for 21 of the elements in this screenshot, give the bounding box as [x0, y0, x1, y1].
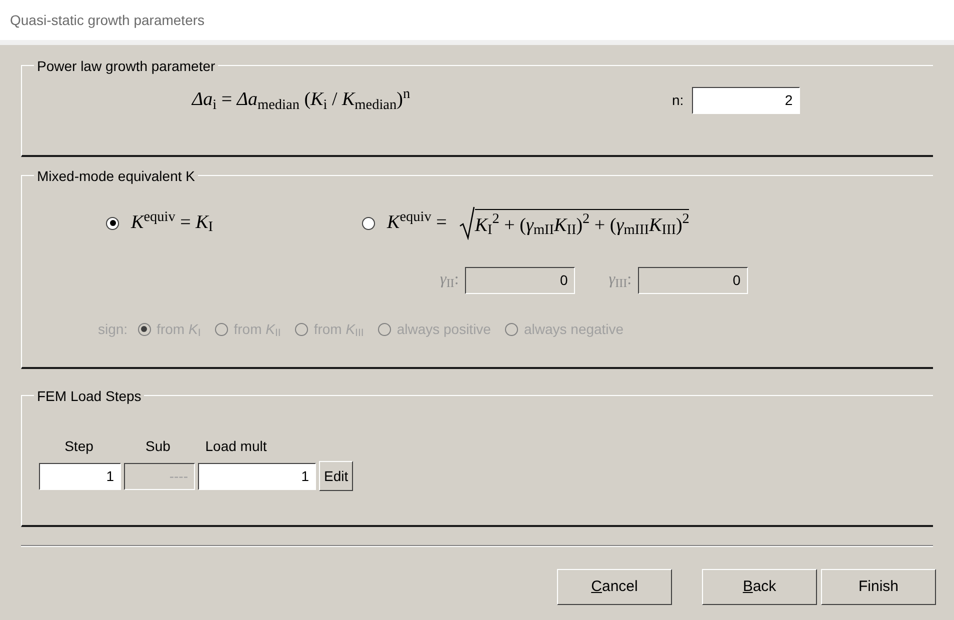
formula: K$^{equiv}$ = K$_{I}$ — [131, 208, 214, 238]
column-header: Sub — [144, 437, 172, 456]
formula: Δa$_{i}$ = Δa$_{median}$ (K$_{i}$ / K$_{median}$)$^{n}$ — [192, 86, 412, 114]
dialog-button[interactable]: Cancel — [557, 569, 672, 605]
dialog-button[interactable]: Back — [702, 569, 817, 605]
field-label: n: — [672, 90, 684, 110]
load-mult-field[interactable]: 1 — [198, 462, 316, 490]
formula: K$_{I}$$^{2}$ + (γ$_{mII}$K$_{II}$)$^{2}$ + (γ$_{mIII}$K$_{III}$)$^{2}$ — [474, 208, 690, 240]
dialog-button[interactable]: Finish — [821, 569, 936, 605]
square-root-icon — [458, 206, 475, 240]
column-header: Step — [64, 437, 94, 456]
radio-button[interactable] — [362, 216, 375, 230]
n-field[interactable]: 2 — [692, 86, 800, 114]
field-label: γ$_{II}$: — [440, 270, 459, 292]
step-field[interactable]: 1 — [39, 462, 121, 490]
window-title: Quasi-static growth parameters — [10, 10, 205, 30]
column-header: Load mult — [204, 437, 268, 456]
formula: K$^{equiv}$ = — [387, 208, 447, 235]
edit-button[interactable]: Edit — [319, 461, 354, 491]
radio-button[interactable] — [106, 216, 119, 230]
field-label: γ$_{III}$: — [608, 270, 632, 292]
